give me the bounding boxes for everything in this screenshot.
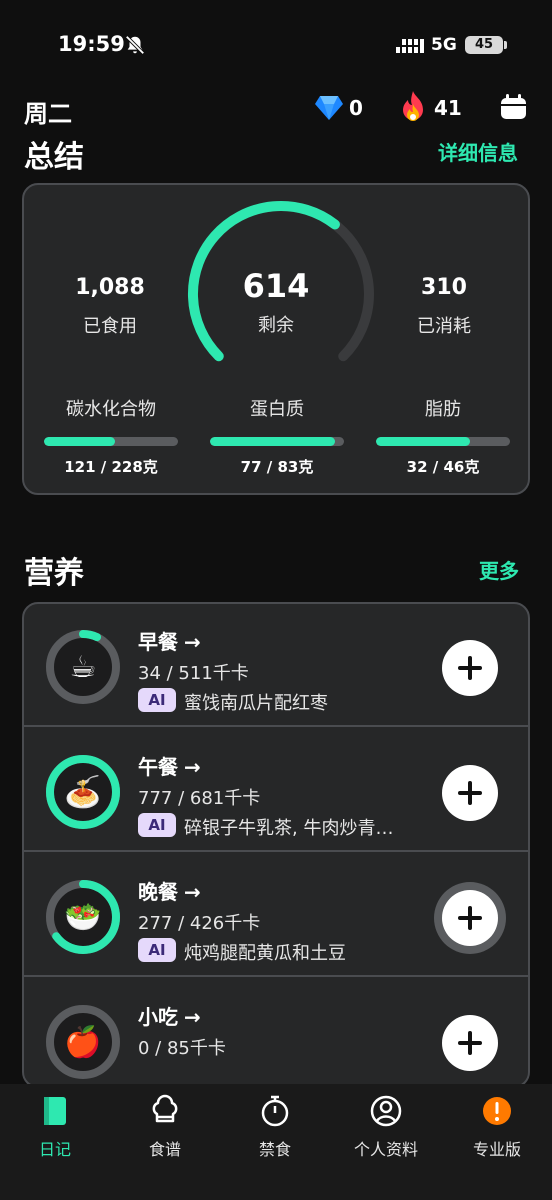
details-link[interactable]: 详细信息	[438, 137, 518, 166]
ai-badge: AI	[138, 813, 176, 837]
apple-icon: 🍎	[64, 1024, 102, 1060]
battery-icon: 45	[465, 36, 507, 54]
arrow-right-icon: →	[184, 630, 201, 654]
calendar-icon[interactable]	[500, 94, 527, 121]
ai-badge: AI	[138, 938, 176, 962]
macro-track	[210, 437, 344, 446]
plus-icon	[458, 1031, 482, 1055]
bottom-nav: 日记 食谱 禁食 个人资料 专业版	[0, 1084, 552, 1200]
meal-row-dinner[interactable]: 🥗 晚餐 → 277 / 426千卡 AI 炖鸡腿配黄瓜和土豆	[24, 854, 528, 977]
meal-calories: 277 / 426千卡	[138, 913, 261, 934]
stopwatch-icon	[261, 1095, 289, 1127]
macro-amount: 32 / 46克	[406, 458, 480, 476]
diary-book-icon	[44, 1097, 66, 1125]
plus-icon	[458, 781, 482, 805]
profile-icon	[370, 1095, 402, 1127]
meal-calories: 0 / 85千卡	[138, 1038, 226, 1059]
nav-tab-pro[interactable]: 专业版	[447, 1094, 547, 1160]
eaten-label: 已食用	[83, 316, 137, 337]
meal-calories: 777 / 681千卡	[138, 788, 261, 809]
remaining-value: 614	[242, 267, 310, 305]
meal-row-lunch[interactable]: 🍝 午餐 → 777 / 681千卡 AI 碎银子牛乳茶, 牛肉炒青…	[24, 729, 528, 852]
add-lunch-button[interactable]	[442, 765, 498, 821]
meal-name[interactable]: 晚餐 →	[138, 876, 201, 905]
meal-row-snack[interactable]: 🍎 小吃 → 0 / 85千卡	[24, 979, 528, 1086]
day-label: 周二	[24, 100, 72, 128]
meal-title: 午餐	[138, 755, 178, 779]
add-breakfast-button[interactable]	[442, 640, 498, 696]
gem-icon[interactable]	[314, 95, 344, 121]
macro-amount: 121 / 228克	[64, 458, 158, 476]
nav-tab-diary[interactable]: 日记	[5, 1094, 105, 1160]
burned-label: 已消耗	[417, 316, 471, 337]
macro-amount: 77 / 83克	[240, 458, 314, 476]
macro-track	[44, 437, 178, 446]
salad-icon: 🥗	[64, 899, 102, 935]
nav-label: 日记	[38, 1140, 71, 1159]
pro-alert-icon	[483, 1097, 511, 1125]
plus-icon	[458, 656, 482, 680]
signal-icon	[396, 39, 424, 53]
bell-muted-icon	[125, 35, 145, 55]
gem-count: 0	[349, 96, 363, 120]
macro-fill	[376, 437, 470, 446]
macro-carbs: 碳水化合物 121 / 228克	[44, 395, 178, 477]
macro-fill	[210, 437, 335, 446]
meal-name[interactable]: 早餐 →	[138, 626, 201, 655]
meal-name[interactable]: 午餐 →	[138, 751, 201, 780]
arrow-right-icon: →	[184, 1005, 201, 1029]
macro-fill	[44, 437, 116, 446]
more-link[interactable]: 更多	[479, 555, 519, 584]
summary-card[interactable]: 1,088 已食用 614 剩余 310 已消耗 碳水化合物 121 / 228…	[22, 183, 530, 495]
eaten-value: 1,088	[75, 275, 145, 300]
plus-icon	[458, 906, 482, 930]
nutrition-title: 营养	[24, 556, 84, 591]
ai-badge: AI	[138, 688, 176, 712]
streak-count: 41	[434, 96, 462, 120]
status-time: 19:59	[58, 32, 125, 56]
meal-title: 小吃	[138, 1005, 178, 1029]
meal-description: 碎银子牛乳茶, 牛肉炒青…	[184, 818, 394, 839]
nav-tab-profile[interactable]: 个人资料	[336, 1094, 436, 1160]
summary-title: 总结	[24, 140, 84, 175]
macro-name: 蛋白质	[250, 399, 304, 420]
macro-name: 脂肪	[425, 399, 461, 420]
macro-protein: 蛋白质 77 / 83克	[210, 395, 344, 477]
meal-description: 炖鸡腿配黄瓜和土豆	[184, 943, 346, 964]
nav-label: 禁食	[258, 1140, 291, 1159]
nav-label: 食谱	[148, 1140, 181, 1159]
meal-calories: 34 / 511千卡	[138, 663, 249, 684]
add-snack-button[interactable]	[442, 1015, 498, 1071]
meals-card: ☕ 早餐 → 34 / 511千卡 AI 蜜饯南瓜片配红枣 🍝 午餐 → 777 /…	[22, 602, 530, 1088]
macro-fat: 脂肪 32 / 46克	[376, 395, 510, 477]
arrow-right-icon: →	[184, 755, 201, 779]
meal-row-breakfast[interactable]: ☕ 早餐 → 34 / 511千卡 AI 蜜饯南瓜片配红枣	[24, 604, 528, 727]
nav-tab-recipes[interactable]: 食谱	[115, 1094, 215, 1160]
meal-name[interactable]: 小吃 →	[138, 1001, 201, 1030]
meal-title: 早餐	[138, 630, 178, 654]
nav-label: 个人资料	[353, 1140, 418, 1159]
arrow-right-icon: →	[184, 880, 201, 904]
nav-tab-fasting[interactable]: 禁食	[225, 1094, 325, 1160]
fire-streak-icon[interactable]	[398, 90, 428, 124]
chef-hat-icon	[152, 1094, 178, 1123]
nav-label: 专业版	[472, 1140, 521, 1159]
macro-name: 碳水化合物	[66, 399, 156, 420]
coffee-icon: ☕	[69, 649, 97, 685]
meal-description: 蜜饯南瓜片配红枣	[184, 693, 328, 714]
macro-track	[376, 437, 510, 446]
status-bar: 19:59 5G 45	[0, 0, 552, 90]
remaining-label: 剩余	[258, 315, 294, 336]
add-dinner-button[interactable]	[442, 890, 498, 946]
network-type: 5G	[431, 35, 457, 55]
burned-value: 310	[421, 275, 467, 300]
meal-title: 晚餐	[138, 880, 178, 904]
pasta-icon: 🍝	[64, 774, 102, 810]
